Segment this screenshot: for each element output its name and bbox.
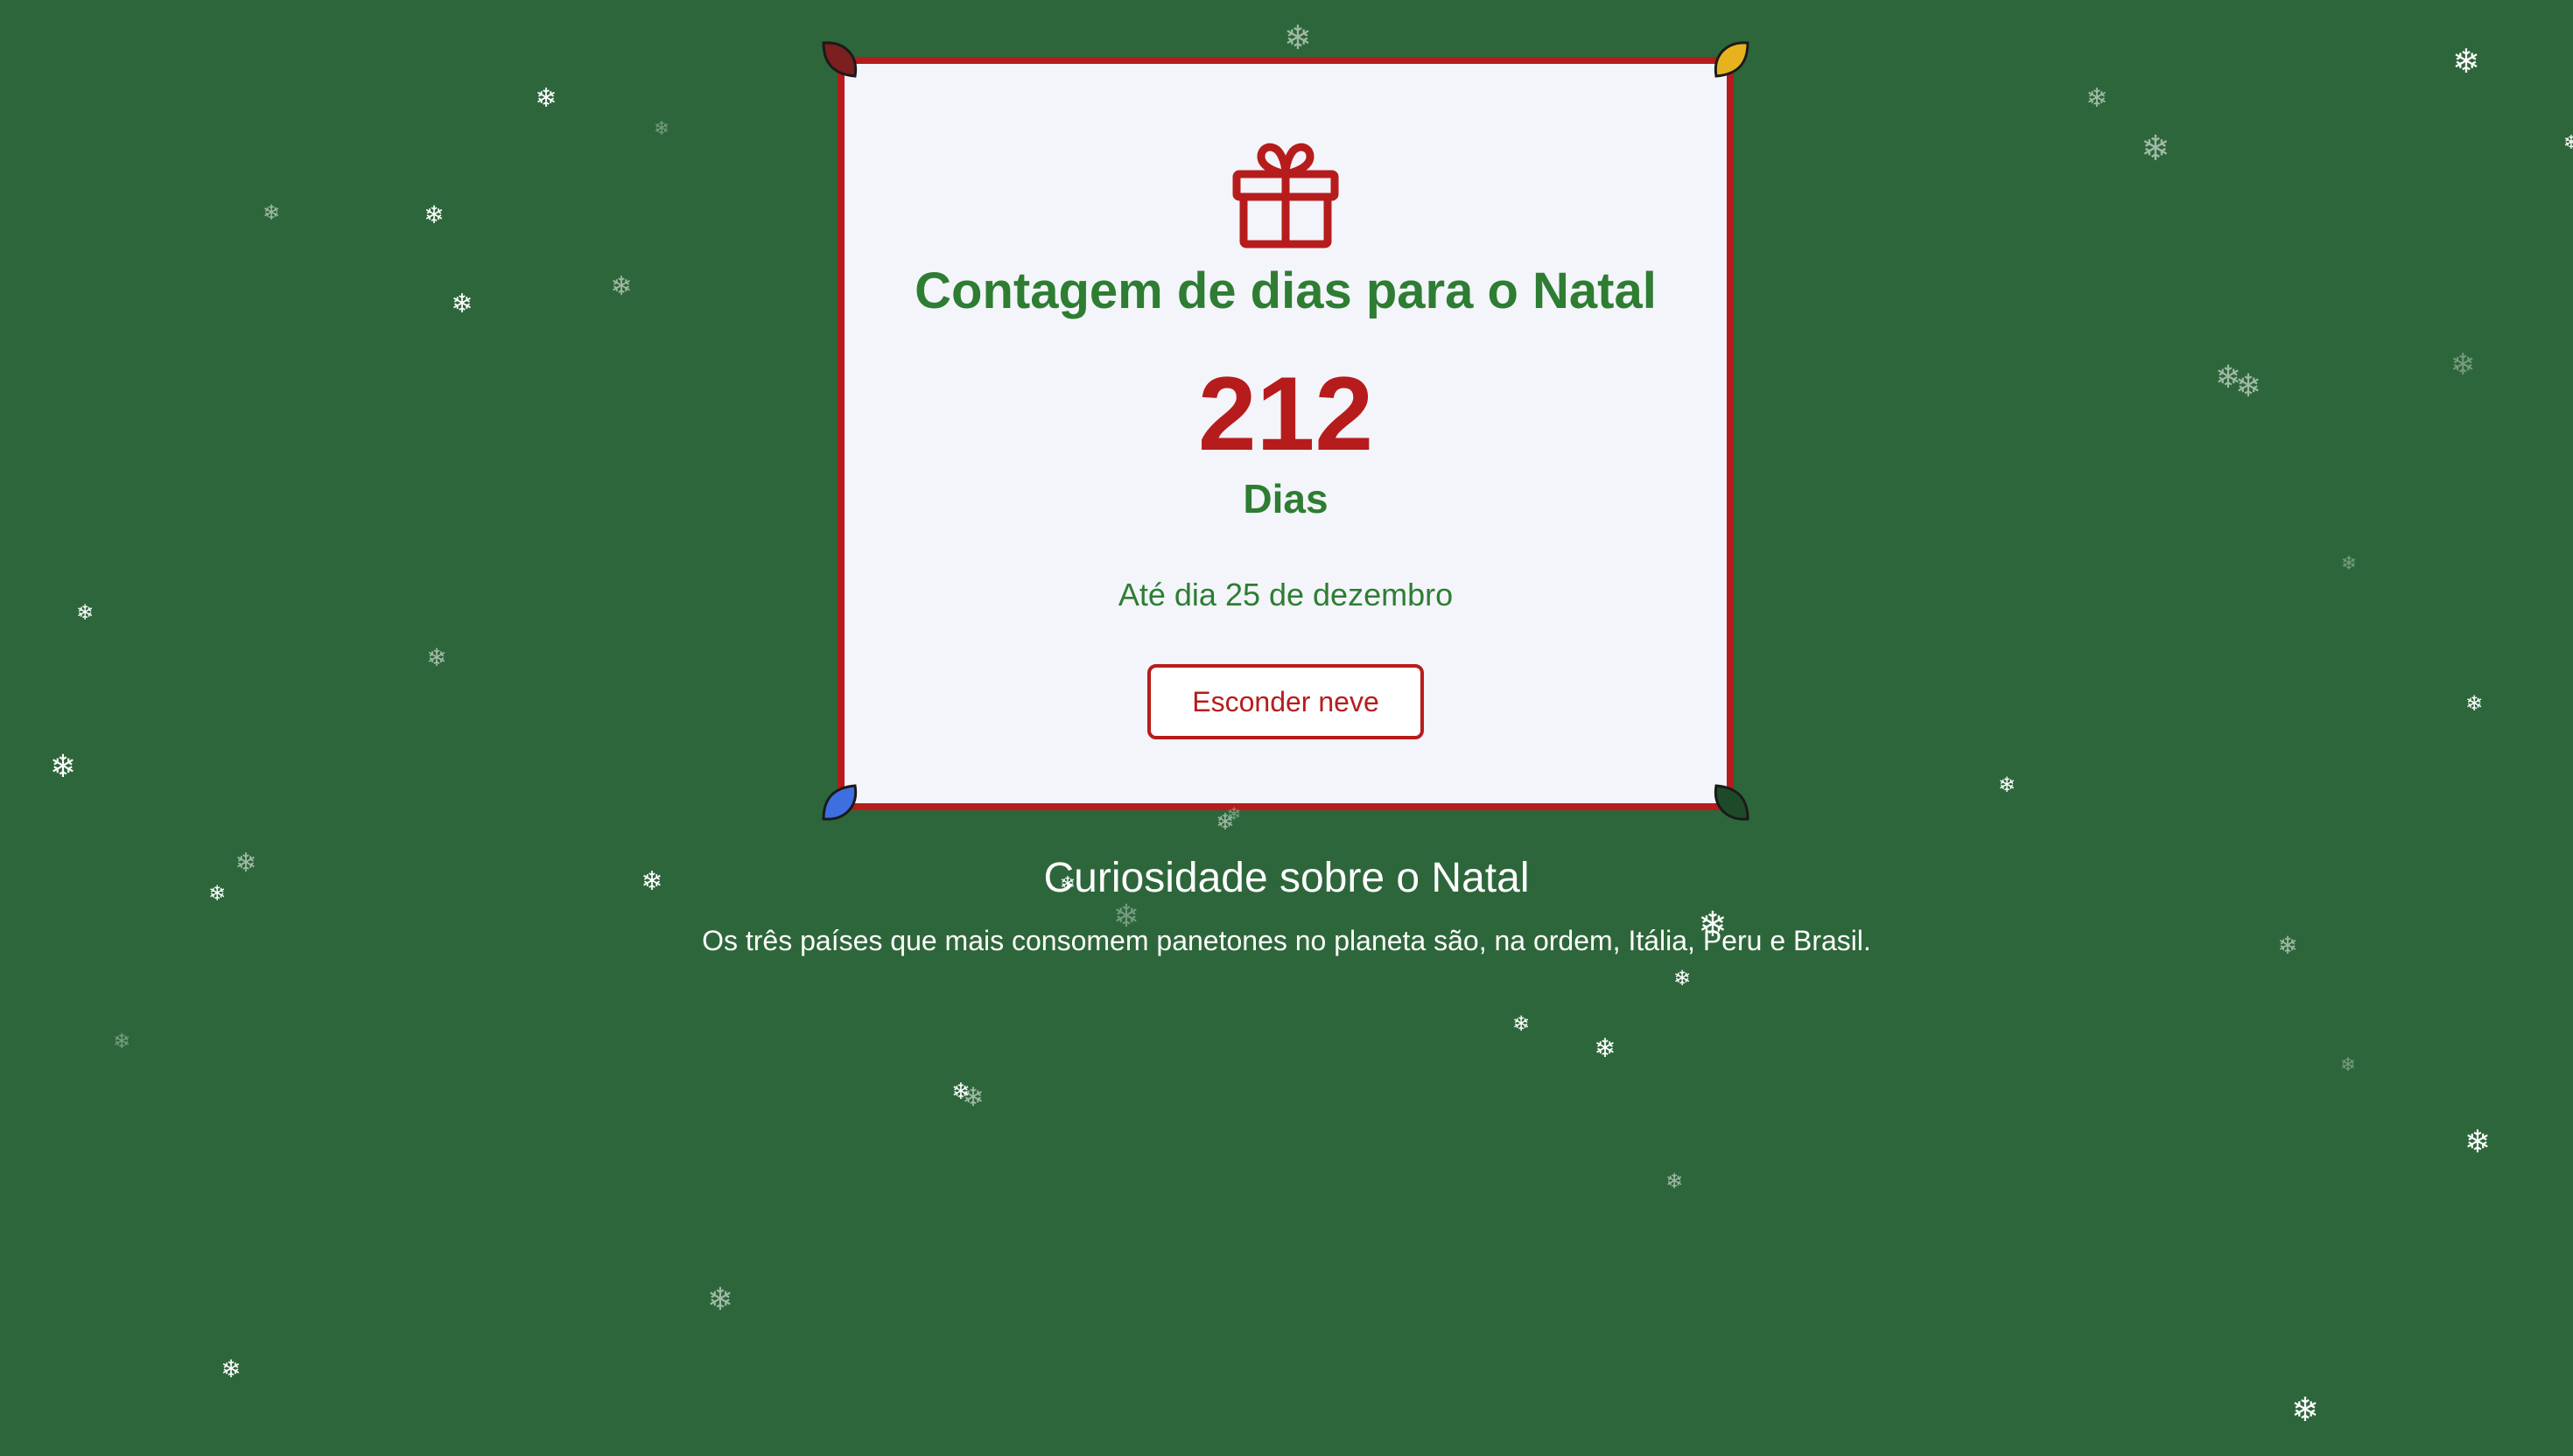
days-count: 212 [1197, 355, 1374, 472]
snowflake-icon: ❄ [610, 271, 633, 302]
days-unit-label: Dias [1243, 476, 1329, 522]
snowflake-icon: ❄ [112, 1029, 131, 1054]
snowflake-icon: ❄ [2141, 129, 2170, 169]
page: Contagem de dias para o Natal 212 Dias A… [0, 0, 2573, 1456]
snowflake-icon: ❄ [424, 200, 445, 229]
toggle-snow-button[interactable]: Esconder neve [1147, 664, 1424, 739]
snowflake-icon: ❄ [706, 1282, 734, 1318]
snowflake-icon: ❄ [2234, 368, 2262, 404]
snowflake-icon: ❄ [2291, 1390, 2319, 1429]
target-date-text: Até dia 25 de dezembro [1118, 577, 1454, 612]
snowflake-icon: ❄ [2340, 553, 2358, 575]
snowflake-icon: ❄ [951, 1079, 971, 1105]
snowflake-icon: ❄ [535, 83, 557, 114]
christmas-light-bulb-icon [820, 784, 859, 822]
snowflake-icon: ❄ [2464, 1124, 2492, 1160]
snowflake-icon: ❄ [451, 289, 473, 319]
page-title: Contagem de dias para o Natal [915, 262, 1657, 319]
snowflake-icon: ❄ [75, 600, 95, 625]
snowflake-icon: ❄ [1672, 966, 1692, 990]
snowflake-icon: ❄ [426, 643, 447, 672]
snowflake-icon: ❄ [1511, 1012, 1531, 1036]
snowflake-icon: ❄ [49, 749, 77, 785]
snowflake-icon: ❄ [2464, 691, 2484, 716]
fact-text: Os três países que mais consomem paneton… [702, 925, 1871, 956]
snowflake-icon: ❄ [962, 1082, 985, 1113]
snowflake-icon: ❄ [2450, 347, 2476, 382]
snowflake-icon: ❄ [2562, 132, 2573, 154]
snowflake-icon: ❄ [1216, 809, 1235, 836]
snowflake-icon: ❄ [653, 118, 670, 140]
christmas-light-bulb-icon [1713, 784, 1751, 822]
snowflake-icon: ❄ [221, 1354, 242, 1383]
christmas-light-bulb-icon [1713, 39, 1751, 78]
snowflake-icon: ❄ [1594, 1033, 1616, 1064]
snowflake-icon: ❄ [2086, 83, 2108, 114]
countdown-card: Contagem de dias para o Natal 212 Dias A… [838, 57, 1734, 810]
snowflake-icon: ❄ [1997, 773, 2016, 797]
snowflake-icon: ❄ [262, 200, 281, 225]
gift-icon [1232, 143, 1339, 248]
snowflake-icon: ❄ [1284, 18, 1312, 57]
snowflake-icon: ❄ [2214, 360, 2242, 396]
snowflake-icon: ❄ [2452, 42, 2480, 80]
christmas-light-bulb-icon [820, 39, 859, 78]
snowflake-icon: ❄ [1665, 1169, 1684, 1194]
fact-title: Curiosidade sobre o Natal [1043, 855, 1530, 901]
snowflake-icon: ❄ [2339, 1054, 2357, 1076]
